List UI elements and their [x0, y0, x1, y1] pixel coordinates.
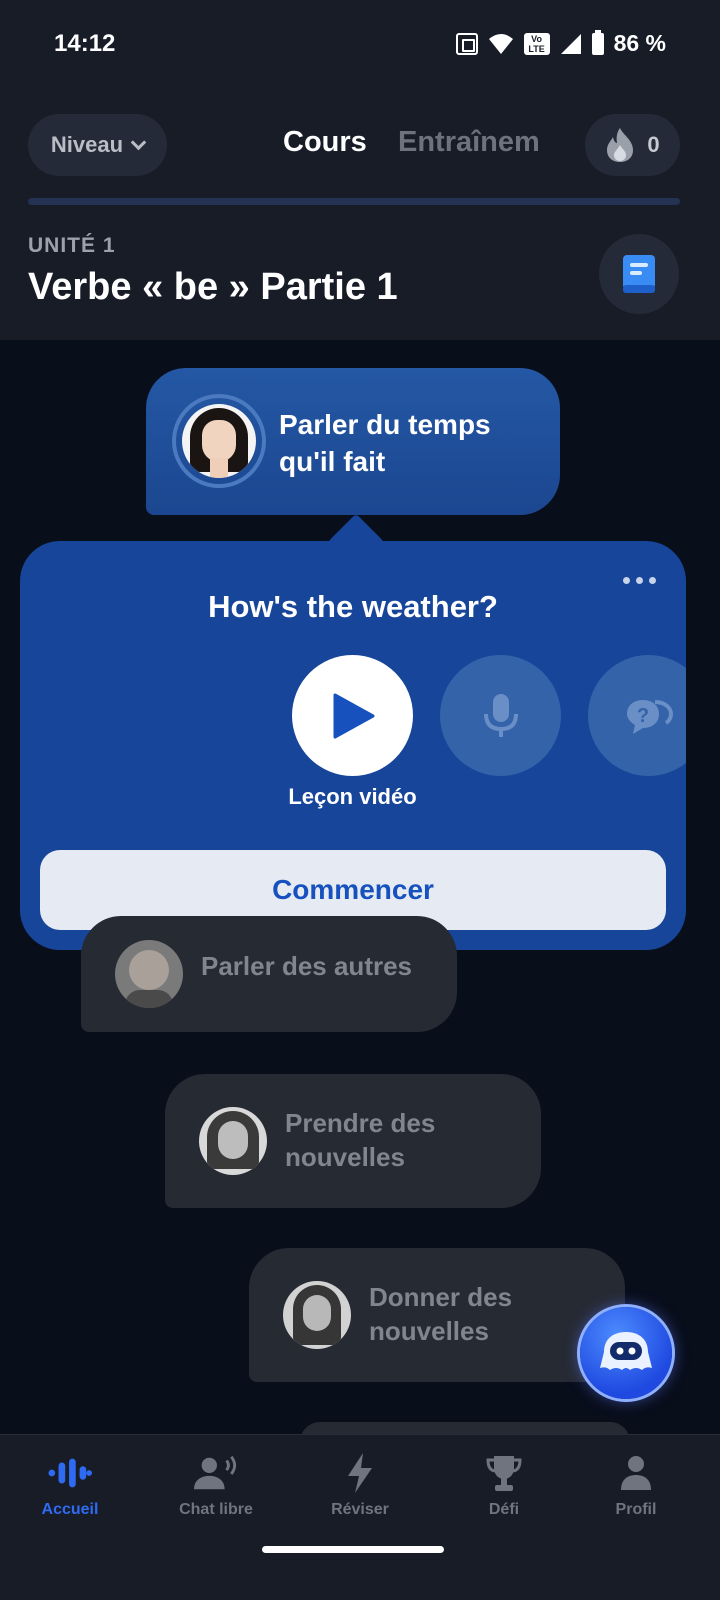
- nav-defi[interactable]: Défi: [432, 1453, 576, 1533]
- microphone-icon: [483, 693, 518, 737]
- lesson-card[interactable]: Prendre des nouvelles: [165, 1074, 541, 1208]
- level-label: Niveau: [50, 132, 124, 157]
- tutor-avatar: [115, 940, 183, 1008]
- nav-profil[interactable]: Profil: [564, 1453, 708, 1533]
- ai-assistant-button[interactable]: [580, 1307, 672, 1399]
- lightning-icon: [338, 1453, 382, 1493]
- lesson-card[interactable]: Donner des nouvelles: [249, 1248, 625, 1382]
- guide-book-button[interactable]: [599, 234, 679, 314]
- nav-label: Défi: [488, 1501, 520, 1518]
- video-lesson-step[interactable]: [292, 655, 413, 776]
- battery-icon: [591, 29, 604, 55]
- home-indicator[interactable]: [262, 1546, 444, 1553]
- step-label: Leçon vidéo: [288, 784, 417, 809]
- chevron-down-icon: [130, 134, 147, 150]
- question-chat-icon: ?: [626, 699, 673, 734]
- more-options-icon[interactable]: [623, 577, 656, 584]
- streak-count: 0: [647, 132, 660, 157]
- trophy-icon: [482, 1453, 526, 1493]
- play-icon: [333, 693, 374, 738]
- book-icon: [623, 255, 655, 293]
- nav-chat-libre[interactable]: Chat libre: [144, 1453, 288, 1533]
- lesson-title: Donner des nouvelles: [369, 1282, 513, 1346]
- person-icon: [614, 1453, 658, 1493]
- nfc-icon: [455, 32, 478, 55]
- speaking-person-icon: [194, 1453, 238, 1493]
- streak-counter[interactable]: 0: [585, 114, 680, 176]
- tab-entrainement[interactable]: Entraînem: [398, 126, 538, 159]
- nav-label: Accueil: [41, 1501, 99, 1518]
- nav-accueil[interactable]: Accueil: [0, 1453, 142, 1533]
- conversation-step[interactable]: ?: [588, 655, 686, 776]
- active-lesson-card[interactable]: Parler du temps qu'il fait: [146, 368, 560, 515]
- active-lesson-title: Parler du temps qu'il fait: [279, 409, 491, 477]
- lesson-card[interactable]: Parler des autres: [81, 916, 457, 1032]
- tab-cours[interactable]: Cours: [283, 126, 367, 159]
- status-bar: 14:12 Vo LTE 86 %: [0, 0, 720, 92]
- tutor-avatar: [283, 1281, 351, 1349]
- battery-percent: 86 %: [613, 30, 666, 56]
- lesson-title: Prendre des nouvelles: [285, 1108, 436, 1172]
- speaking-step[interactable]: [440, 655, 561, 776]
- tutor-avatar: [199, 1107, 267, 1175]
- bottom-navigation: Accueil Chat libre Réviser Défi Profil: [0, 1434, 720, 1600]
- lesson-progress-ring: [172, 394, 266, 488]
- svg-text:?: ?: [636, 705, 648, 727]
- unit-label: UNITÉ 1: [28, 234, 116, 257]
- tutor-avatar: [182, 404, 256, 478]
- unit-title: Verbe « be » Partie 1: [28, 266, 398, 308]
- popup-title: How's the weather?: [208, 589, 498, 624]
- nav-reviser[interactable]: Réviser: [288, 1453, 432, 1533]
- signal-icon: [560, 33, 581, 54]
- home-wave-icon: [48, 1453, 92, 1493]
- nav-label: Réviser: [331, 1501, 389, 1518]
- nav-label: Profil: [615, 1501, 657, 1518]
- flame-icon: [607, 128, 634, 162]
- level-selector[interactable]: Niveau: [28, 114, 167, 176]
- robot-assistant-icon: [600, 1332, 652, 1370]
- nav-label: Chat libre: [179, 1501, 253, 1518]
- lesson-title: Parler des autres: [201, 951, 413, 981]
- volte-icon: Vo LTE: [523, 32, 550, 55]
- lesson-popup: How's the weather? ? Leçon vidéo Commenc…: [20, 541, 686, 950]
- progress-divider: [28, 198, 680, 205]
- wifi-icon: [488, 33, 513, 54]
- status-time: 14:12: [54, 30, 116, 57]
- status-icons: Vo LTE 86 %: [455, 29, 666, 57]
